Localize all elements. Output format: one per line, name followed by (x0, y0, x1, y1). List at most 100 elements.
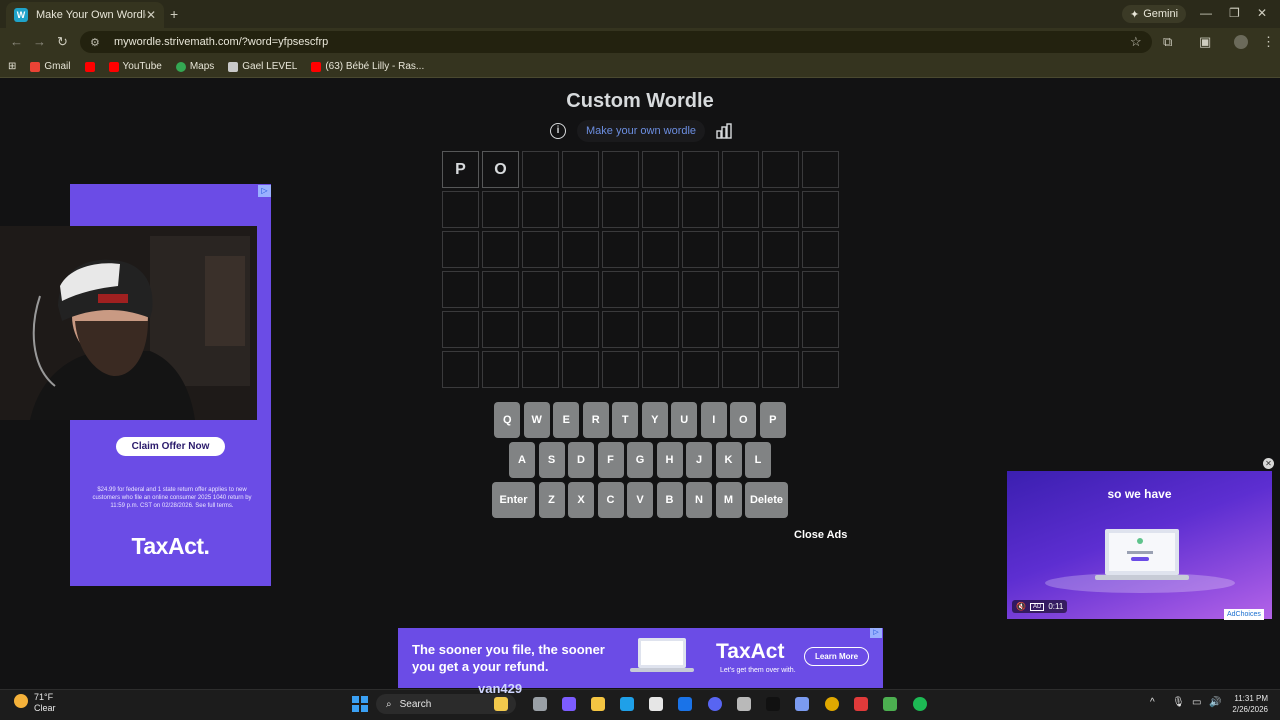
claim-offer-button[interactable]: Claim Offer Now (116, 437, 225, 456)
stats-icon[interactable] (716, 123, 732, 139)
key-o[interactable]: O (730, 402, 757, 438)
key-d[interactable]: D (568, 442, 594, 478)
grid-cell (682, 151, 719, 188)
key-c[interactable]: C (597, 482, 624, 518)
video-controls[interactable]: 🔇 AD 0:11 (1012, 600, 1068, 613)
taxact-logo: TaxAct (716, 640, 785, 663)
adobe-icon[interactable] (854, 697, 868, 711)
ad-info-icon[interactable]: ▷ (870, 628, 882, 638)
key-b[interactable]: B (656, 482, 683, 518)
key-k[interactable]: K (715, 442, 742, 478)
app-icon[interactable] (883, 697, 897, 711)
adchoices-link[interactable]: AdChoices (1224, 609, 1264, 620)
microphone-icon[interactable]: 🎙 (1172, 697, 1185, 708)
bookmark-gmail[interactable]: Gmail (30, 61, 71, 72)
key-q[interactable]: Q (494, 402, 521, 438)
weather-widget[interactable]: 71°F Clear (14, 692, 56, 714)
network-icon[interactable]: ▭ (1192, 697, 1201, 708)
tray-chevron-icon[interactable]: ^ (1150, 697, 1155, 708)
tiktok-icon[interactable] (766, 697, 780, 711)
widgets-icon[interactable] (494, 697, 508, 711)
new-tab-button[interactable]: + (170, 6, 178, 22)
file-explorer-icon[interactable] (591, 697, 605, 711)
task-view-icon[interactable] (533, 697, 547, 711)
discord-icon[interactable] (708, 697, 722, 711)
key-x[interactable]: X (568, 482, 594, 518)
wordle-favicon-icon: W (14, 8, 28, 22)
key-h[interactable]: H (656, 442, 683, 478)
gmail-icon (30, 61, 41, 72)
app-icon[interactable] (737, 697, 751, 711)
key-g[interactable]: G (627, 442, 653, 478)
clock[interactable]: 11:31 PM 2/26/2026 (1226, 693, 1268, 715)
volume-icon[interactable]: 🔊 (1209, 697, 1221, 708)
key-a[interactable]: A (509, 442, 535, 478)
webcam-overlay (0, 226, 257, 420)
key-delete[interactable]: Delete (745, 482, 788, 518)
site-info-icon[interactable]: ⚙ (90, 36, 104, 49)
extensions-icon[interactable]: ⧉ (1163, 34, 1172, 50)
bookmark-youtube[interactable]: YouTube (108, 61, 162, 72)
mute-icon[interactable]: 🔇 (1016, 602, 1026, 611)
address-bar[interactable]: ⚙ mywordle.strivemath.com/?word=yfpsescf… (80, 31, 1152, 53)
gemini-button[interactable]: ✦ Gemini (1122, 5, 1187, 23)
key-f[interactable]: F (597, 442, 624, 478)
learn-more-button[interactable]: Learn More (804, 647, 869, 666)
weather-condition: Clear (34, 703, 56, 713)
key-z[interactable]: Z (538, 482, 565, 518)
bookmark-star-icon[interactable]: ☆ (1130, 34, 1142, 50)
key-s[interactable]: S (538, 442, 565, 478)
app-icon[interactable] (795, 697, 809, 711)
key-p[interactable]: P (759, 402, 786, 438)
tab-search-icon[interactable]: ▣ (1199, 34, 1211, 50)
apps-icon[interactable]: ⊞ (8, 61, 16, 72)
info-icon[interactable]: i (550, 123, 566, 139)
ad-info-icon[interactable]: ▷ (258, 185, 271, 197)
key-i[interactable]: I (700, 402, 727, 438)
grid-cell (602, 231, 639, 268)
back-icon[interactable]: ← (10, 34, 23, 49)
key-j[interactable]: J (686, 442, 712, 478)
tab-close-icon[interactable]: ✕ (146, 8, 156, 22)
bookmark-label: Maps (189, 61, 215, 72)
copilot-icon[interactable] (562, 697, 576, 711)
bookmark-bebe-lilly[interactable]: (63) Bébé Lilly - Ras... (311, 61, 424, 72)
close-ads-button[interactable]: Close Ads (794, 529, 847, 541)
grid-cell (642, 311, 679, 348)
key-e[interactable]: E (553, 402, 580, 438)
windows-start-icon[interactable] (352, 696, 368, 712)
bookmark-maps[interactable]: Maps (175, 61, 215, 72)
key-l[interactable]: L (745, 442, 771, 478)
close-window-icon[interactable]: ✕ (1257, 6, 1267, 20)
profile-avatar[interactable] (1234, 35, 1248, 49)
key-r[interactable]: R (582, 402, 609, 438)
key-v[interactable]: V (627, 482, 653, 518)
key-u[interactable]: U (671, 402, 698, 438)
key-t[interactable]: T (612, 402, 639, 438)
bookmark-blank[interactable] (84, 61, 95, 72)
forward-icon[interactable]: → (33, 34, 46, 49)
bookmark-label: (63) Bébé Lilly - Ras... (325, 61, 425, 72)
reload-icon[interactable]: ↻ (57, 34, 68, 50)
key-enter[interactable]: Enter (492, 482, 535, 518)
gemini-label: Gemini (1143, 8, 1179, 20)
minimize-icon[interactable]: — (1200, 6, 1212, 20)
store-icon[interactable] (649, 697, 663, 711)
browser-tab[interactable]: W Make Your Own Wordle ✕ (6, 2, 164, 28)
key-w[interactable]: W (523, 402, 550, 438)
bookmark-gael-level[interactable]: Gael LEVEL (228, 61, 297, 72)
grid-cell (562, 311, 599, 348)
key-y[interactable]: Y (641, 402, 668, 438)
key-n[interactable]: N (686, 482, 712, 518)
maximize-icon[interactable]: ❐ (1229, 6, 1240, 20)
make-own-wordle-button[interactable]: Make your own wordle (577, 120, 706, 142)
key-m[interactable]: M (715, 482, 742, 518)
edge-icon[interactable] (620, 697, 634, 711)
ad-fine-print: $24.99 for federal and 1 state return of… (92, 487, 252, 509)
spotify-icon[interactable] (913, 697, 927, 711)
grid-cell (482, 271, 519, 308)
chrome-icon[interactable] (825, 697, 839, 711)
close-video-ad-icon[interactable]: ✕ (1263, 458, 1274, 469)
outlook-icon[interactable] (678, 697, 692, 711)
menu-icon[interactable]: ⋮ (1262, 34, 1275, 50)
